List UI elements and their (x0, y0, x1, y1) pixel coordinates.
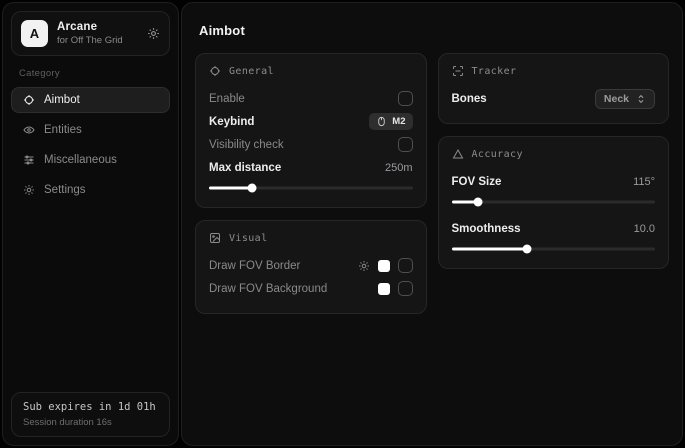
keybind-badge[interactable]: M2 (369, 113, 412, 130)
mouse-icon (376, 116, 387, 127)
sidebar-nav: Aimbot Entities Miscellaneous (11, 87, 170, 203)
entities-icon (22, 124, 35, 136)
max-distance-label: Max distance (209, 162, 281, 174)
visual-card: Visual Draw FOV Border (195, 220, 427, 314)
category-label: Category (19, 68, 178, 79)
max-distance-row: Max distance 250m (209, 156, 413, 179)
accuracy-card-header: Accuracy (452, 148, 656, 160)
keybind-label: Keybind (209, 116, 254, 128)
scan-icon (452, 65, 464, 77)
max-distance-value: 250m (385, 162, 413, 174)
sidebar: A Arcane for Off The Grid Category (2, 2, 179, 446)
subscription-card: Sub expires in 1d 01h Session duration 1… (11, 392, 170, 437)
sidebar-item-label: Miscellaneous (44, 154, 117, 166)
gear-icon (22, 184, 35, 196)
main-panel: Aimbot General Enable (181, 2, 683, 446)
fov-background-color-swatch[interactable] (378, 283, 390, 295)
sidebar-item-label: Entities (44, 124, 82, 136)
visual-card-title: Visual (229, 233, 268, 244)
sidebar-item-entities[interactable]: Entities (11, 117, 170, 143)
general-card-header: General (209, 65, 413, 77)
right-column: Tracker Bones Neck (438, 53, 670, 269)
sidebar-item-label: Aimbot (44, 94, 80, 106)
smoothness-label: Smoothness (452, 223, 521, 235)
smoothness-row: Smoothness 10.0 (452, 217, 656, 240)
fov-size-row: FOV Size 115° (452, 170, 656, 193)
general-card-title: General (229, 66, 274, 77)
fov-size-value: 115° (633, 176, 655, 188)
brand-subtitle: for Off The Grid (57, 35, 138, 46)
brand-card: A Arcane for Off The Grid (11, 11, 170, 56)
bones-row: Bones Neck (452, 87, 656, 110)
bones-select[interactable]: Neck (595, 89, 655, 109)
slider-fill (209, 187, 252, 190)
sidebar-item-miscellaneous[interactable]: Miscellaneous (11, 147, 170, 173)
draw-fov-border-label: Draw FOV Border (209, 260, 300, 272)
max-distance-slider[interactable] (209, 182, 413, 194)
draw-fov-background-checkbox[interactable] (398, 281, 413, 296)
tracker-card-header: Tracker (452, 65, 656, 77)
sidebar-item-label: Settings (44, 184, 86, 196)
brand-logo: A (21, 20, 48, 47)
visibility-check-row: Visibility check (209, 133, 413, 156)
accuracy-card-title: Accuracy (472, 149, 523, 160)
left-column: General Enable Keybind (195, 53, 427, 314)
draw-fov-border-row: Draw FOV Border (209, 254, 413, 277)
keybind-value: M2 (392, 116, 405, 127)
general-card: General Enable Keybind (195, 53, 427, 208)
crosshair-icon (22, 94, 35, 106)
slider-fill (452, 248, 527, 251)
fov-size-slider[interactable] (452, 196, 656, 208)
fov-border-color-swatch[interactable] (378, 260, 390, 272)
slider-thumb[interactable] (247, 184, 256, 193)
bones-label: Bones (452, 93, 487, 105)
sidebar-item-aimbot[interactable]: Aimbot (11, 87, 170, 113)
app-window: A Arcane for Off The Grid Category (0, 0, 685, 448)
updown-chevron-icon (636, 94, 646, 104)
draw-fov-background-label: Draw FOV Background (209, 283, 327, 295)
keybind-row: Keybind M2 (209, 110, 413, 133)
sidebar-item-settings[interactable]: Settings (11, 177, 170, 203)
page-title: Aimbot (199, 23, 669, 38)
tracker-card-title: Tracker (472, 66, 517, 77)
triangle-icon (452, 148, 464, 160)
enable-checkbox[interactable] (398, 91, 413, 106)
sub-expiry-text: Sub expires in 1d 01h (23, 401, 158, 413)
draw-fov-border-checkbox[interactable] (398, 258, 413, 273)
session-duration-text: Session duration 16s (23, 417, 158, 428)
smoothness-value: 10.0 (634, 223, 655, 235)
gear-icon[interactable] (147, 27, 160, 40)
visibility-check-checkbox[interactable] (398, 137, 413, 152)
accuracy-card: Accuracy FOV Size 115° Smoothness 10.0 (438, 136, 670, 269)
crosshair-icon (209, 65, 221, 77)
bones-value: Neck (604, 93, 629, 105)
slider-thumb[interactable] (473, 198, 482, 207)
draw-fov-background-row: Draw FOV Background (209, 277, 413, 300)
brand-title: Arcane (57, 21, 138, 33)
enable-row: Enable (209, 87, 413, 110)
gear-icon[interactable] (358, 260, 370, 272)
enable-label: Enable (209, 93, 245, 105)
image-icon (209, 232, 221, 244)
fov-size-label: FOV Size (452, 176, 502, 188)
brand-text: Arcane for Off The Grid (57, 21, 138, 46)
visual-card-header: Visual (209, 232, 413, 244)
tracker-card: Tracker Bones Neck (438, 53, 670, 124)
sliders-icon (22, 154, 35, 166)
visibility-check-label: Visibility check (209, 139, 284, 151)
smoothness-slider[interactable] (452, 243, 656, 255)
slider-thumb[interactable] (522, 245, 531, 254)
